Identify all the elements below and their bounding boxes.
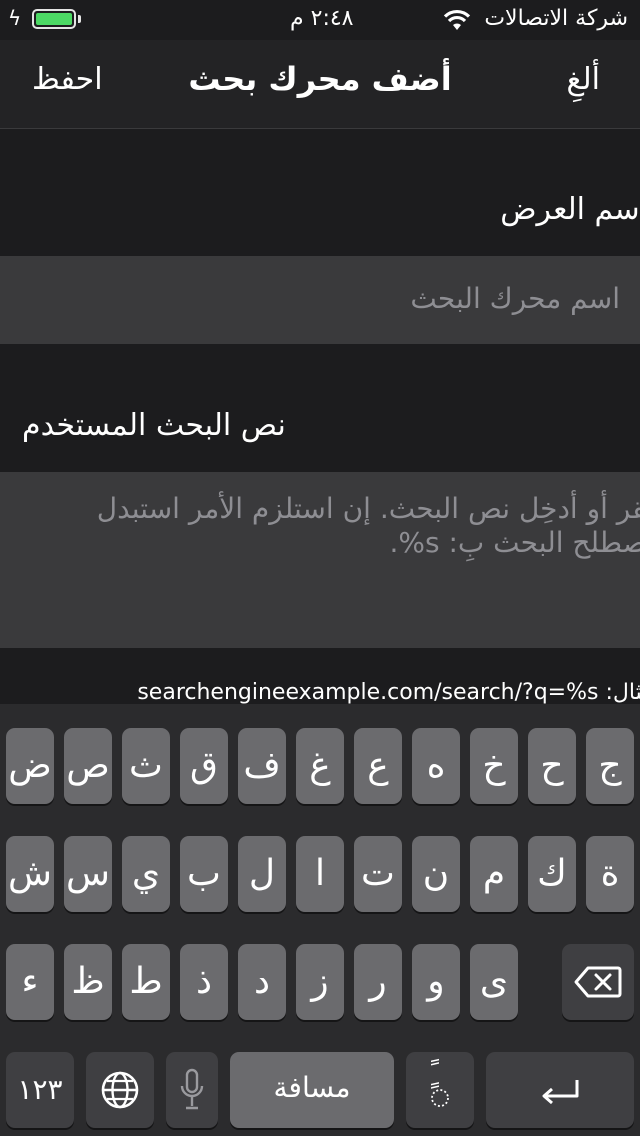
- key-label: ط: [129, 961, 163, 1002]
- key-row1-1[interactable]: ض: [6, 728, 54, 804]
- return-icon: [542, 1080, 579, 1105]
- search-text-field[interactable]: انقر أو أدخِل نص البحث. إن استلزم الأمر …: [0, 472, 640, 648]
- key-row1-8[interactable]: ه: [412, 728, 460, 804]
- key-label: ن: [422, 853, 450, 894]
- key-label: ق: [190, 745, 218, 786]
- globe-key[interactable]: [86, 1052, 154, 1128]
- key-label: ص: [66, 745, 110, 786]
- globe-icon: [101, 1071, 139, 1109]
- key-row2-10[interactable]: ك: [528, 836, 576, 912]
- key-row1-3[interactable]: ث: [122, 728, 170, 804]
- backspace-key[interactable]: [562, 944, 634, 1020]
- charging-bolt-icon: ϟ: [8, 6, 22, 30]
- key-label: ز: [311, 961, 329, 1002]
- microphone-key[interactable]: [166, 1052, 218, 1128]
- numbers-key[interactable]: ١٢٣: [6, 1052, 74, 1128]
- key-row1-4[interactable]: ق: [180, 728, 228, 804]
- key-row1-2[interactable]: ص: [64, 728, 112, 804]
- key-row1-6[interactable]: غ: [296, 728, 344, 804]
- key-row2-1[interactable]: ش: [6, 836, 54, 912]
- key-label: م: [482, 853, 506, 894]
- battery-tip: [78, 15, 81, 23]
- key-row1-9[interactable]: خ: [470, 728, 518, 804]
- key-label: ح: [540, 745, 564, 786]
- key-label: ء: [21, 961, 39, 1002]
- key-label: ل: [248, 853, 276, 894]
- key-label: ة: [600, 853, 620, 894]
- key-row1-5[interactable]: ف: [238, 728, 286, 804]
- diacritic-dotted-circle-icon: [431, 1089, 449, 1107]
- key-row2-11[interactable]: ة: [586, 836, 634, 912]
- key-row2-9[interactable]: م: [470, 836, 518, 912]
- wifi-icon: [443, 9, 471, 30]
- key-label: ع: [367, 745, 389, 786]
- key-label: ج: [598, 745, 622, 786]
- key-row2-6[interactable]: ا: [296, 836, 344, 912]
- display-name-field[interactable]: اسم محرك البحث: [0, 256, 640, 344]
- microphone-icon: [180, 1068, 204, 1110]
- key-label: ذ: [195, 961, 213, 1002]
- key-row2-7[interactable]: ت: [354, 836, 402, 912]
- keyboard: ضصثقفغعهخحج شسيبلاتنمكة ءظطذدزروى ١٢٣ مس…: [0, 704, 640, 1136]
- key-label: ه: [426, 745, 446, 786]
- key-row3-8[interactable]: و: [412, 944, 460, 1020]
- key-row1-11[interactable]: ج: [586, 728, 634, 804]
- key-label: ك: [537, 853, 567, 894]
- key-row3-3[interactable]: ط: [122, 944, 170, 1020]
- save-button[interactable]: احفظ: [32, 62, 103, 97]
- key-label: ا: [314, 853, 325, 894]
- status-bar: ϟ ٢:٤٨ م شركة الاتصالات: [0, 0, 640, 40]
- key-label: ى: [479, 961, 509, 1002]
- key-label: س: [66, 853, 110, 894]
- key-label: ف: [243, 745, 281, 786]
- key-label: ث: [129, 745, 163, 786]
- battery-icon: [32, 9, 76, 29]
- key-row2-4[interactable]: ب: [180, 836, 228, 912]
- display-name-label: اسم العرض: [500, 192, 640, 227]
- key-label: ت: [361, 853, 395, 894]
- key-label: خ: [482, 745, 506, 786]
- key-row2-8[interactable]: ن: [412, 836, 460, 912]
- key-label: ب: [187, 853, 221, 894]
- key-row1-7[interactable]: ع: [354, 728, 402, 804]
- key-row3-9[interactable]: ى: [470, 944, 518, 1020]
- search-text-placeholder-line1: انقر أو أدخِل نص البحث. إن استلزم الأمر …: [96, 492, 640, 525]
- search-text-label: نص البحث المستخدم: [22, 408, 286, 443]
- key-row3-4[interactable]: ذ: [180, 944, 228, 1020]
- key-row2-2[interactable]: س: [64, 836, 112, 912]
- backspace-icon: [574, 966, 622, 998]
- key-row3-5[interactable]: د: [238, 944, 286, 1020]
- cancel-button[interactable]: ألغِ: [567, 62, 600, 97]
- navigation-bar: أضف محرك بحث احفظ ألغِ: [0, 40, 640, 129]
- key-label: ظ: [71, 961, 105, 1002]
- key-label: ي: [131, 853, 161, 894]
- key-row3-7[interactable]: ر: [354, 944, 402, 1020]
- key-label: غ: [309, 745, 331, 786]
- return-key[interactable]: [486, 1052, 634, 1128]
- key-row1-10[interactable]: ح: [528, 728, 576, 804]
- carrier-name: شركة الاتصالات: [484, 6, 628, 31]
- diacritic-key[interactable]: ًٍ: [406, 1052, 474, 1128]
- key-row3-6[interactable]: ز: [296, 944, 344, 1020]
- space-key[interactable]: مسافة: [230, 1052, 394, 1128]
- key-label: د: [253, 961, 271, 1002]
- key-label: ض: [8, 745, 52, 786]
- key-label: ر: [369, 961, 387, 1002]
- key-label: و: [427, 961, 445, 1002]
- key-row3-1[interactable]: ء: [6, 944, 54, 1020]
- search-text-placeholder-line2: مصطلح البحث بِ: s%.: [389, 526, 640, 559]
- example-text: مثال: searchengineexample.com/search/?q=…: [137, 680, 640, 705]
- key-row3-2[interactable]: ظ: [64, 944, 112, 1020]
- key-label: ش: [8, 853, 52, 894]
- display-name-placeholder: اسم محرك البحث: [410, 282, 620, 315]
- key-row2-3[interactable]: ي: [122, 836, 170, 912]
- key-row2-5[interactable]: ل: [238, 836, 286, 912]
- status-time: ٢:٤٨ م: [290, 6, 354, 31]
